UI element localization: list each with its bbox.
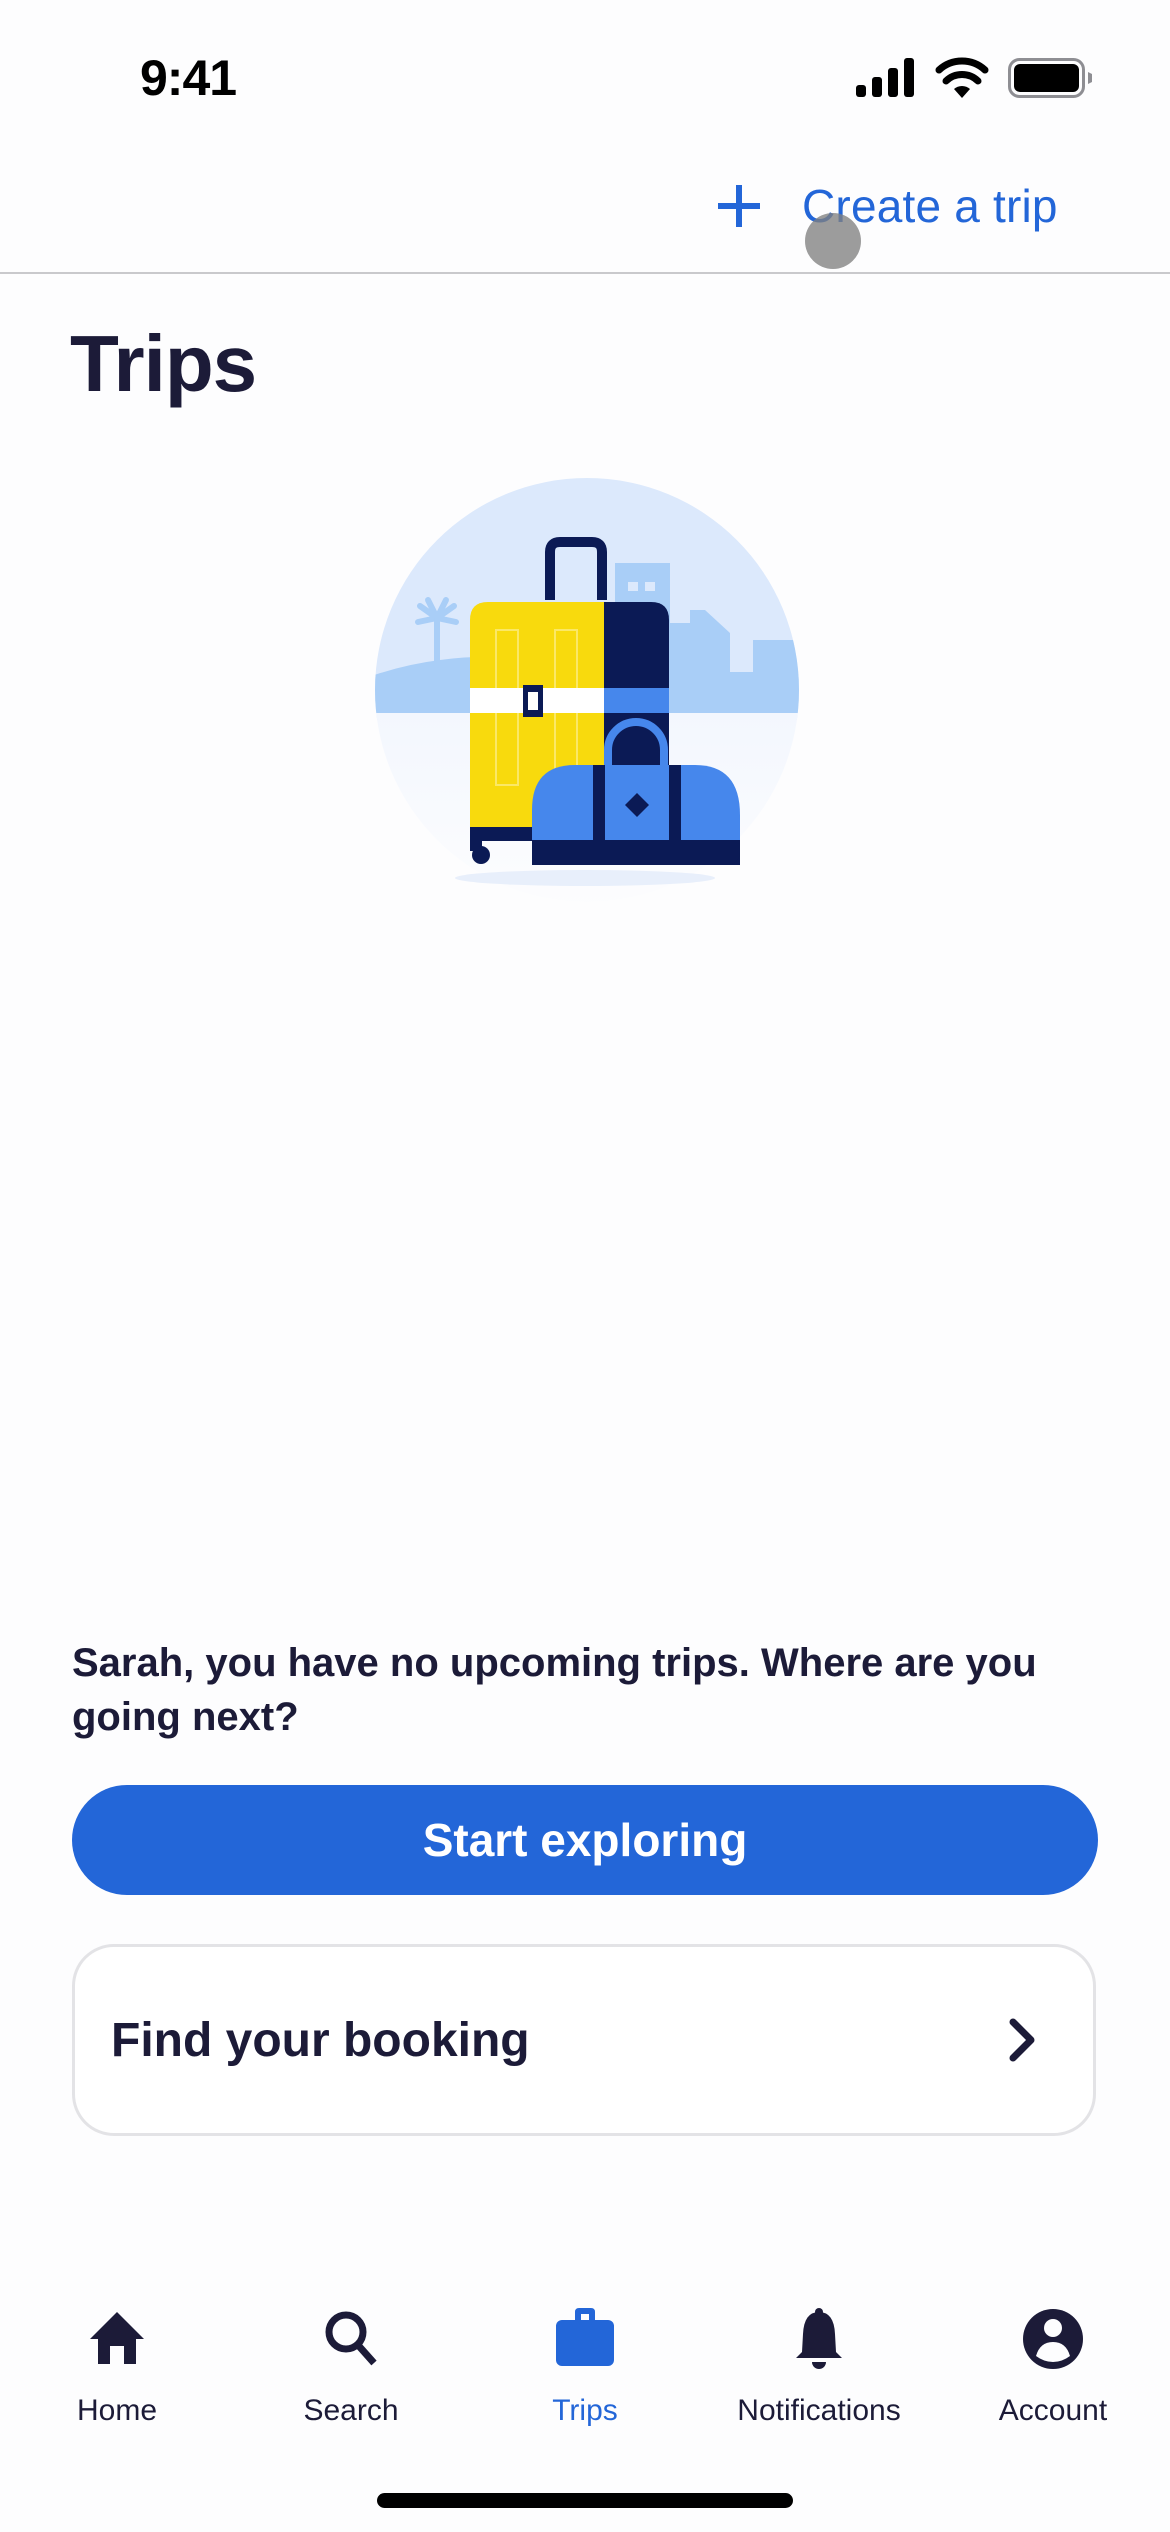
tab-label: Notifications	[737, 2394, 901, 2427]
start-exploring-button[interactable]: Start exploring	[72, 1785, 1098, 1895]
briefcase-icon	[556, 2308, 614, 2366]
account-icon	[1023, 2309, 1083, 2369]
plus-icon	[718, 185, 760, 227]
tab-trips[interactable]: Trips	[468, 2290, 702, 2440]
tab-label: Account	[998, 2394, 1108, 2427]
tab-label: Search	[303, 2394, 399, 2427]
find-booking-label: Find your booking	[111, 2013, 530, 2067]
search-icon	[325, 2311, 377, 2366]
home-icon	[90, 2312, 144, 2364]
find-booking-card[interactable]: Find your booking	[72, 1944, 1096, 2136]
tab-home[interactable]: Home	[0, 2290, 234, 2440]
cellular-signal-icon	[856, 58, 914, 97]
luggage-illustration	[375, 478, 799, 902]
tab-bar: Home Search Trips Notifications Account	[0, 2290, 1170, 2440]
empty-state-message: Sarah, you have no upcoming trips. Where…	[72, 1641, 1037, 1739]
page-title: Trips	[70, 319, 257, 408]
tab-label: Home	[76, 2394, 158, 2427]
header-divider	[0, 272, 1170, 274]
status-bar-time: 9:41	[140, 50, 237, 106]
tab-account[interactable]: Account	[936, 2290, 1170, 2440]
battery-icon	[1008, 58, 1092, 98]
wifi-icon	[935, 57, 989, 98]
create-trip-button[interactable]: Create a trip	[718, 176, 1058, 236]
touch-indicator	[805, 213, 861, 269]
chevron-right-icon	[1009, 2018, 1035, 2062]
home-indicator[interactable]	[377, 2493, 793, 2508]
bell-icon	[796, 2308, 842, 2369]
tab-notifications[interactable]: Notifications	[702, 2290, 936, 2440]
tab-label: Trips	[552, 2394, 618, 2427]
tab-search[interactable]: Search	[234, 2290, 468, 2440]
